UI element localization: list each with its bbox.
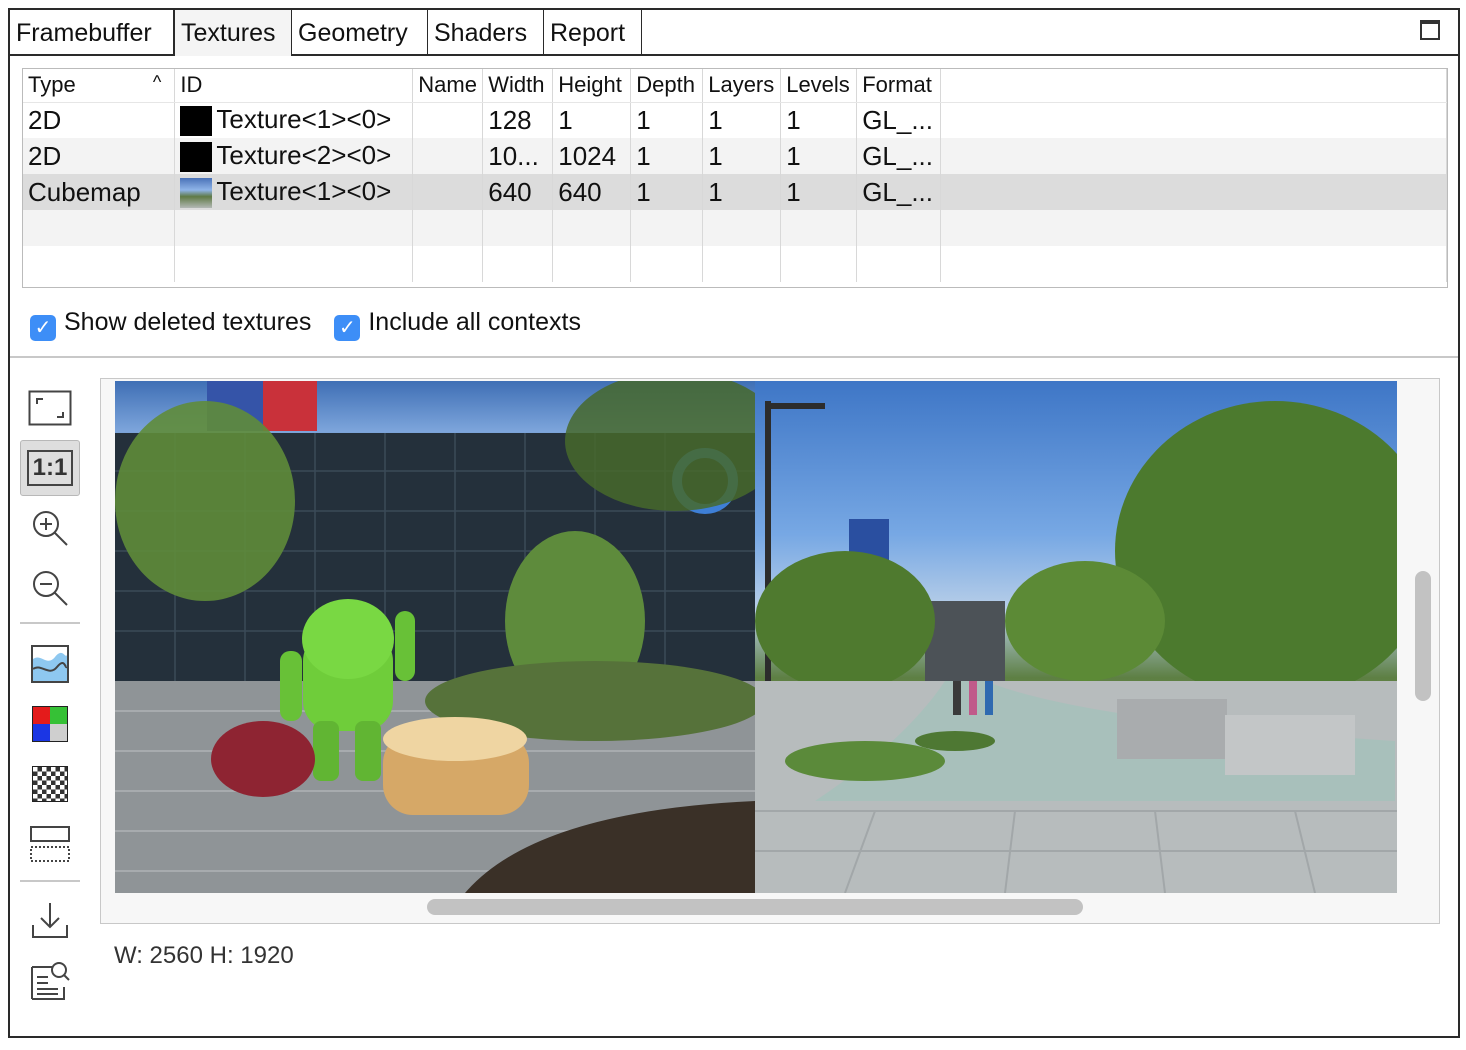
zoom-out-icon (33, 571, 68, 606)
fit-icon (28, 390, 72, 426)
cell-width: 10... (482, 138, 554, 174)
cell-depth: 1 (630, 102, 704, 138)
checkmark-icon: ✓ (334, 315, 361, 341)
table-row[interactable]: 2D Texture<2><0> 10... 1024 1 1 1 GL_... (23, 138, 1447, 174)
sort-ascending-icon: ^ (152, 72, 162, 93)
cell-depth: 1 (630, 138, 704, 174)
save-texture-button[interactable] (20, 892, 80, 948)
one-to-one-button[interactable]: 1:1 (20, 440, 80, 496)
cell-type: 2D (23, 102, 176, 138)
cell-layers: 1 (702, 138, 782, 174)
table-row-empty (23, 210, 1447, 246)
cell-name (412, 174, 484, 210)
column-header-name[interactable]: Name (412, 69, 484, 103)
checkerboard-icon (32, 766, 68, 802)
cell-layers: 1 (702, 174, 782, 210)
cell-levels: 1 (780, 102, 858, 138)
vertical-scrollbar[interactable] (1415, 571, 1431, 701)
cell-format: GL_... (856, 102, 942, 138)
cubemap-image (115, 381, 1397, 893)
tab-framebuffer[interactable]: Framebuffer (10, 10, 174, 56)
cell-levels: 1 (780, 138, 858, 174)
inspect-button[interactable] (20, 952, 80, 1008)
cell-type: Cubemap (23, 174, 176, 210)
tab-textures[interactable]: Textures (174, 10, 292, 56)
cell-format: GL_... (856, 174, 942, 210)
table-header: Type ^ ID Name Width Height Depth Layers … (23, 69, 1447, 103)
texture-thumbnail (180, 106, 213, 137)
zoom-out-button[interactable] (20, 560, 80, 616)
tab-shaders[interactable]: Shaders (428, 10, 544, 56)
cell-layers: 1 (702, 102, 782, 138)
column-header-filler (940, 69, 1447, 103)
show-deleted-checkbox[interactable]: ✓ Show deleted textures (30, 308, 311, 341)
cell-levels: 1 (780, 174, 858, 210)
fit-to-window-button[interactable] (20, 380, 80, 436)
texture-options: ✓ Show deleted textures ✓ Include all cont… (30, 308, 597, 342)
image-size-readout: W: 2560 H: 1920 (114, 942, 294, 969)
column-header-height[interactable]: Height (552, 69, 632, 103)
cell-width: 128 (482, 102, 554, 138)
checkerboard-button[interactable] (20, 756, 80, 812)
cell-depth: 1 (630, 174, 704, 210)
inspect-icon (31, 962, 70, 1000)
campus-building-image (115, 381, 785, 893)
column-header-type[interactable]: Type ^ (23, 69, 176, 103)
cell-type: 2D (23, 138, 176, 174)
horizontal-scrollbar[interactable] (427, 899, 1083, 915)
one-to-one-icon: 1:1 (26, 450, 74, 486)
tab-report[interactable]: Report (544, 10, 642, 56)
color-channels-button[interactable] (20, 696, 80, 752)
cell-height: 1 (552, 102, 632, 138)
toolbar-separator (20, 880, 80, 882)
column-header-levels[interactable]: Levels (780, 69, 858, 103)
table-row-selected[interactable]: Cubemap Texture<1><0> 640 640 1 1 1 GL_.… (23, 174, 1447, 210)
texture-thumbnail (180, 142, 213, 173)
cell-name (412, 102, 484, 138)
cell-format: GL_... (856, 138, 942, 174)
toolbar-separator (20, 622, 80, 624)
campus-walkway-image (755, 401, 1397, 893)
column-header-layers[interactable]: Layers (702, 69, 782, 103)
flip-icon (30, 826, 70, 862)
histogram-button[interactable] (20, 636, 80, 692)
cell-name (412, 138, 484, 174)
cell-height: 640 (552, 174, 632, 210)
flip-button[interactable] (20, 816, 80, 872)
zoom-in-icon (33, 511, 68, 546)
texture-table: Type ^ ID Name Width Height Depth Layers … (22, 68, 1448, 288)
tab-bar: Framebuffer Textures Geometry Shaders Re… (10, 10, 1458, 56)
column-header-depth[interactable]: Depth (630, 69, 704, 103)
column-header-format[interactable]: Format (856, 69, 942, 103)
maximize-icon[interactable] (1420, 20, 1440, 40)
texture-preview[interactable] (100, 378, 1440, 924)
cubemap-face-left (115, 381, 785, 893)
column-header-width[interactable]: Width (482, 69, 554, 103)
include-contexts-checkbox[interactable]: ✓ Include all contexts (334, 308, 581, 341)
texture-viewer-window: Framebuffer Textures Geometry Shaders Re… (8, 8, 1460, 1038)
cell-width: 640 (482, 174, 554, 210)
texture-thumbnail (180, 178, 213, 209)
column-header-id[interactable]: ID (174, 69, 414, 103)
cubemap-face-right (755, 381, 1397, 893)
checkmark-icon: ✓ (30, 315, 56, 341)
cell-id: Texture<2><0> (174, 138, 414, 174)
table-row[interactable]: 2D Texture<1><0> 128 1 1 1 1 GL_... (23, 102, 1447, 138)
tab-geometry[interactable]: Geometry (292, 10, 428, 56)
zoom-in-button[interactable] (20, 500, 80, 556)
table-row-empty (23, 246, 1447, 282)
download-icon (32, 903, 68, 938)
color-channels-icon (32, 706, 68, 742)
cell-id: Texture<1><0> (174, 102, 414, 138)
cell-height: 1024 (552, 138, 632, 174)
histogram-icon (31, 645, 69, 683)
section-divider (10, 356, 1458, 358)
cell-id: Texture<1><0> (174, 174, 414, 210)
